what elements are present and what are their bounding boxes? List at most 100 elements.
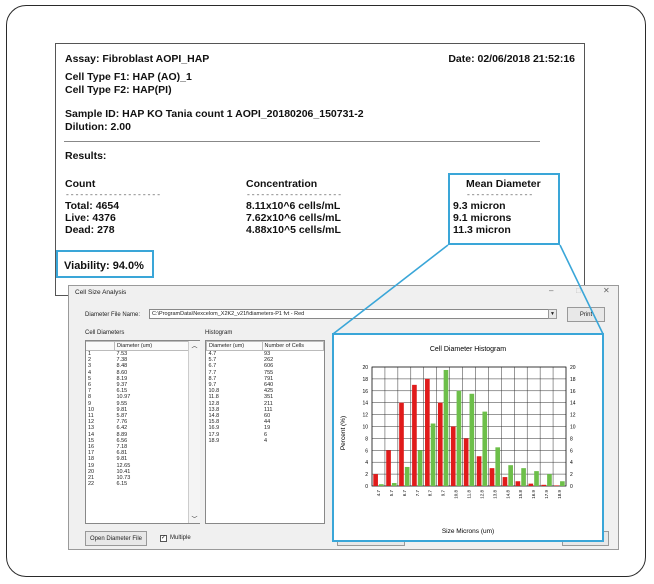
row-index: 22 xyxy=(88,481,95,488)
mean-diameter-highlight xyxy=(448,173,560,245)
conc-live: 7.62x10^6 cells/mL xyxy=(246,212,341,224)
histogram-bar xyxy=(528,483,534,486)
y-tick-label-left: 0 xyxy=(365,484,368,490)
minimize-icon[interactable]: – xyxy=(549,286,553,295)
x-tick-label: 17.9 xyxy=(544,490,549,499)
histogram-bar xyxy=(541,484,547,486)
diameters-scrollbar[interactable]: ︿ ﹀ xyxy=(188,341,200,523)
count-total: Total: 4654 xyxy=(65,200,120,212)
file-name-field[interactable]: C:\ProgramData\Nexcelom_X2K2_v21f\diamet… xyxy=(149,309,549,319)
y-tick-label-right: 4 xyxy=(570,460,573,466)
histogram-bar xyxy=(502,477,508,486)
results-label: Results: xyxy=(65,150,107,162)
histogram-bar xyxy=(495,447,501,486)
viability-highlight xyxy=(56,250,154,278)
maximize-icon[interactable]: □ xyxy=(576,286,581,295)
histogram-bar xyxy=(417,450,423,486)
histogram-row[interactable]: 18.9 4 xyxy=(207,438,324,444)
y-tick-label-right: 0 xyxy=(570,484,573,490)
histogram-bar xyxy=(463,438,469,486)
y-tick-label-left: 6 xyxy=(365,448,368,454)
sample-id: Sample ID: HAP KO Tania count 1 AOPI_201… xyxy=(65,108,364,120)
y-tick-label-right: 16 xyxy=(570,389,576,395)
x-tick-label: 16.9 xyxy=(531,490,536,499)
open-diameter-file-button[interactable]: Open Diameter File xyxy=(85,531,147,546)
y-tick-label-right: 2 xyxy=(570,472,573,478)
conc-total: 8.11x10^6 cells/mL xyxy=(246,200,341,212)
multiple-checkbox[interactable]: ✓ xyxy=(160,535,167,542)
assay-title: Assay: Fibroblast AOPI_HAP xyxy=(65,53,210,65)
y-tick-label-left: 8 xyxy=(365,436,368,442)
y-tick-label-left: 2 xyxy=(365,472,368,478)
print-button[interactable]: Print xyxy=(567,307,605,322)
histogram-row[interactable]: 4.7 93 xyxy=(207,351,324,358)
diameter-value: 7.53 xyxy=(116,351,128,357)
histogram-bar xyxy=(443,369,449,486)
x-tick-label: 4.7 xyxy=(376,490,381,497)
hist-diameter-value: 18.9 xyxy=(208,437,220,444)
hist-count-header: Number of Cells xyxy=(261,341,324,351)
histogram-bar xyxy=(482,411,488,486)
file-name-label: Diameter File Name: xyxy=(85,312,141,318)
histogram-bar xyxy=(554,485,560,486)
histogram-bar xyxy=(521,468,526,486)
cell-diameters-label: Cell Diameters xyxy=(85,330,125,336)
histogram-bar xyxy=(412,384,417,486)
hist-count-value: 93 xyxy=(264,351,271,357)
y-tick-label-left: 4 xyxy=(365,460,368,466)
y-tick-label-right: 8 xyxy=(570,436,573,442)
histogram-bar xyxy=(450,426,456,486)
cell-diameters-list[interactable]: Diameter (um) 1 7.53 2 7.38 3 8.48 4 8.60 5 8.19 6… xyxy=(85,340,200,524)
diameter-value: 6.15 xyxy=(116,481,128,488)
x-axis-label: Size Microns (um) xyxy=(442,528,494,535)
histogram-list[interactable]: Diameter (um) Number of Cells 4.7 93 5.7 262… xyxy=(205,340,325,524)
x-tick-label: 8.7 xyxy=(428,490,433,497)
y-tick-label-left: 18 xyxy=(362,377,368,383)
dilution: Dilution: 2.00 xyxy=(65,121,131,133)
file-dropdown-button[interactable]: ▼ xyxy=(548,309,557,319)
histogram-chart: Cell Diameter Histogram Size Microns (um… xyxy=(340,346,576,535)
window-title: Cell Size Analysis xyxy=(75,289,127,296)
histogram-bar xyxy=(515,481,521,486)
histogram-bar xyxy=(404,466,410,486)
y-axis-label: Percent (%) xyxy=(340,416,347,450)
close-icon[interactable]: ✕ xyxy=(603,286,610,295)
diameter-row[interactable]: 22 6.15 xyxy=(86,481,199,487)
histogram-bar xyxy=(430,423,436,486)
cell-type-f1: Cell Type F1: HAP (AO)_1 xyxy=(65,71,192,83)
y-tick-label-left: 14 xyxy=(362,401,368,407)
diameter-row[interactable]: 1 7.53 xyxy=(86,351,199,358)
histogram-bar xyxy=(373,474,378,486)
histogram-bar xyxy=(508,465,513,486)
x-tick-label: 14.8 xyxy=(505,490,510,499)
y-tick-label-left: 10 xyxy=(362,425,368,431)
count-underline: -------------------- xyxy=(65,191,162,200)
count-header: Count xyxy=(65,178,96,190)
y-tick-label-right: 10 xyxy=(570,425,576,431)
row-index: 1 xyxy=(88,351,92,357)
x-tick-label: 9.7 xyxy=(441,490,446,497)
concentration-underline: -------------------- xyxy=(246,191,343,200)
hist-diameter-header: Diameter (um) xyxy=(206,341,263,351)
x-tick-label: 7.7 xyxy=(415,490,420,497)
x-tick-label: 5.7 xyxy=(389,490,394,497)
histogram-bar xyxy=(386,450,391,486)
y-tick-label-right: 14 xyxy=(570,401,576,407)
x-tick-label: 11.8 xyxy=(467,490,472,499)
count-live: Live: 4376 xyxy=(65,212,116,224)
y-tick-label-left: 12 xyxy=(362,413,368,419)
scroll-up-icon[interactable]: ︿ xyxy=(189,341,200,350)
histogram-bar xyxy=(456,390,462,486)
y-tick-label-right: 20 xyxy=(570,365,576,371)
x-tick-label: 6.7 xyxy=(402,490,407,497)
histogram-bar xyxy=(560,481,565,486)
histogram-bar xyxy=(391,483,397,486)
divider xyxy=(64,141,540,142)
histogram-bar xyxy=(425,378,430,486)
hist-count-value: 4 xyxy=(264,437,268,444)
scroll-down-icon[interactable]: ﹀ xyxy=(189,514,200,523)
y-tick-label-left: 20 xyxy=(362,365,368,371)
y-tick-label-left: 16 xyxy=(362,389,368,395)
histogram-bar xyxy=(534,471,539,486)
cell-type-f2: Cell Type F2: HAP(PI) xyxy=(65,84,172,96)
